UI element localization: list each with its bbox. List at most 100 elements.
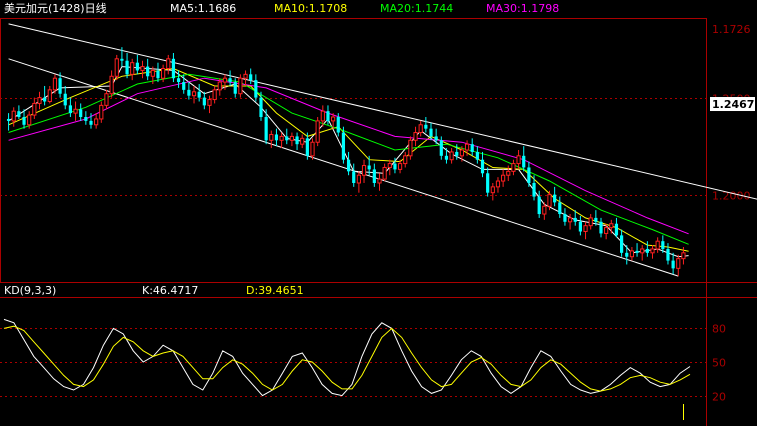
candle-body (573, 217, 577, 222)
candle-body (547, 194, 552, 207)
candle-body (336, 117, 340, 133)
candle-body (109, 75, 114, 95)
candle-body (475, 151, 479, 160)
candle-body (222, 77, 228, 83)
candle-body (279, 135, 284, 141)
candle-body (671, 260, 675, 269)
candle-body (578, 221, 582, 232)
candle-body (161, 68, 166, 79)
candle-body (176, 78, 181, 83)
candle-body (470, 144, 474, 152)
candle-body (511, 163, 516, 172)
candle (114, 54, 119, 81)
candle-body (130, 62, 135, 75)
candle-body (326, 111, 330, 121)
candle-body (650, 248, 655, 254)
candle-body (558, 202, 562, 215)
ma30-label: MA30:1.1798 (486, 2, 559, 15)
candle-body (295, 136, 299, 145)
candle-body (661, 241, 665, 249)
candle-body (614, 223, 619, 236)
candle-body (207, 99, 212, 106)
candle-body (537, 196, 541, 215)
candle-body (490, 186, 495, 194)
ma5-label: MA5:1.1686 (170, 2, 236, 15)
candle-body (212, 89, 217, 101)
candle-body (289, 135, 295, 141)
kd-tick-label: 80 (712, 323, 726, 336)
candle-body (382, 166, 387, 180)
candle-body (563, 214, 567, 222)
candle-body (58, 78, 62, 94)
candle-body (567, 217, 573, 223)
candle-body (387, 163, 392, 168)
candle-body (43, 97, 47, 102)
candle-body (609, 223, 614, 229)
price-axis-top-value: 1.1726 (712, 23, 751, 36)
candle-body (233, 82, 237, 94)
chart-stage: 美元加元(1428)日线 MA5:1.1686 MA10:1.1708 MA20… (0, 0, 757, 426)
candle-body (666, 248, 670, 261)
candle-body (135, 62, 139, 71)
candle-body (588, 217, 593, 227)
candle-body (94, 118, 99, 126)
candle-body (501, 174, 506, 182)
candle-body (527, 167, 531, 183)
candle-body (449, 151, 454, 161)
candle-body (625, 252, 629, 257)
candle (315, 117, 320, 147)
candle-body (676, 258, 681, 269)
candle-body (495, 180, 501, 188)
candle-body (47, 89, 52, 102)
candle-body (522, 155, 526, 168)
candle-body (403, 155, 408, 165)
candle-body (22, 117, 26, 125)
candle-body (655, 240, 660, 250)
candle-body (11, 110, 16, 122)
candle-body (238, 77, 243, 95)
candle-body (640, 248, 645, 254)
candle-body (52, 77, 58, 91)
candle-body (439, 140, 443, 156)
candle-body (320, 110, 325, 122)
candle-body (444, 155, 449, 160)
candle-body (150, 69, 155, 77)
candle-body (249, 74, 253, 81)
candle-body (583, 225, 588, 232)
candle-body (604, 227, 609, 234)
candle-body (37, 97, 42, 104)
candle-body (63, 93, 67, 106)
candle-body (202, 97, 206, 106)
candle-body (305, 138, 309, 156)
candle-body (464, 143, 470, 151)
candle-body (274, 134, 279, 141)
candle-body (17, 111, 21, 118)
candle-body (182, 82, 186, 90)
candle-body (645, 248, 649, 253)
ma20-label: MA20:1.1744 (380, 2, 453, 15)
candle-body (197, 91, 201, 98)
candle-body (434, 136, 438, 141)
candle-body (32, 102, 37, 116)
candle-body (269, 133, 274, 141)
candle-body (352, 171, 356, 183)
candle-body (397, 163, 403, 170)
candle-body (84, 117, 88, 121)
candle-body (146, 66, 150, 77)
kd-tick-label: 20 (712, 391, 726, 404)
candle-body (408, 139, 413, 157)
candle-body (73, 108, 78, 114)
candle-body (480, 159, 485, 174)
candle-body (310, 141, 315, 157)
candle-body (259, 97, 263, 118)
candle-body (264, 117, 268, 141)
candle-body (156, 70, 160, 79)
candle-body (120, 58, 124, 61)
candle-body (99, 104, 104, 120)
candle-body (187, 89, 191, 96)
candle-body (315, 120, 320, 143)
kd-d-value: D:39.4651 (246, 284, 304, 297)
candle-body (171, 58, 176, 79)
chart-background (0, 0, 757, 426)
candle-body (542, 205, 547, 215)
